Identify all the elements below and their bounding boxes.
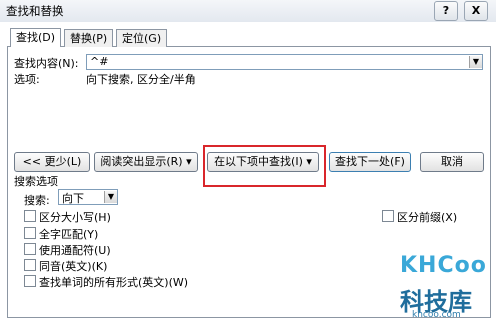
chevron-down-icon[interactable]: ▼ xyxy=(104,191,117,203)
tab-replace[interactable]: 替换(P) xyxy=(64,29,114,47)
reading-highlight-button[interactable]: 阅读突出显示(R) ▾ xyxy=(94,152,198,172)
options-label: 选项: xyxy=(14,73,40,86)
find-what-input[interactable]: ^# ▼ xyxy=(86,54,483,70)
cancel-button[interactable]: 取消 xyxy=(420,152,484,172)
title-bar xyxy=(0,0,496,22)
tab-goto[interactable]: 定位(G) xyxy=(116,29,168,47)
chevron-down-icon[interactable]: ▼ xyxy=(469,56,482,68)
options-value: 向下搜索, 区分全/半角 xyxy=(86,73,196,86)
whole-word-label: 全字匹配(Y) xyxy=(39,228,99,241)
search-direction-value: 向下 xyxy=(62,192,84,205)
watermark-url: khcoo.com xyxy=(412,310,461,320)
whole-word-checkbox[interactable] xyxy=(24,227,36,239)
match-case-checkbox[interactable] xyxy=(24,210,36,222)
watermark-brand: KHCoo xyxy=(400,253,487,278)
wildcards-checkbox[interactable] xyxy=(24,243,36,255)
search-direction-select[interactable]: 向下 ▼ xyxy=(58,189,118,205)
find-what-value: ^# xyxy=(90,55,109,68)
word-forms-label: 查找单词的所有形式(英文)(W) xyxy=(39,276,189,289)
help-button[interactable]: ? xyxy=(434,1,458,21)
sounds-like-checkbox[interactable] xyxy=(24,259,36,271)
search-options-header: 搜索选项 xyxy=(14,175,58,188)
window-title: 查找和替换 xyxy=(6,4,64,18)
match-prefix-checkbox[interactable] xyxy=(382,210,394,222)
search-direction-label: 搜索: xyxy=(24,194,50,207)
close-button[interactable]: X xyxy=(464,1,488,21)
find-what-label: 查找内容(N): xyxy=(14,57,79,70)
highlight-box xyxy=(203,145,326,187)
word-forms-checkbox[interactable] xyxy=(24,275,36,287)
match-case-label: 区分大小写(H) xyxy=(39,211,111,224)
find-next-button[interactable]: 查找下一处(F) xyxy=(329,152,411,172)
less-button[interactable]: << 更少(L) xyxy=(14,152,90,172)
match-prefix-label: 区分前缀(X) xyxy=(397,211,458,224)
tab-find[interactable]: 查找(D) xyxy=(10,28,62,47)
wildcards-label: 使用通配符(U) xyxy=(39,244,111,257)
sounds-like-label: 同音(英文)(K) xyxy=(39,260,108,273)
